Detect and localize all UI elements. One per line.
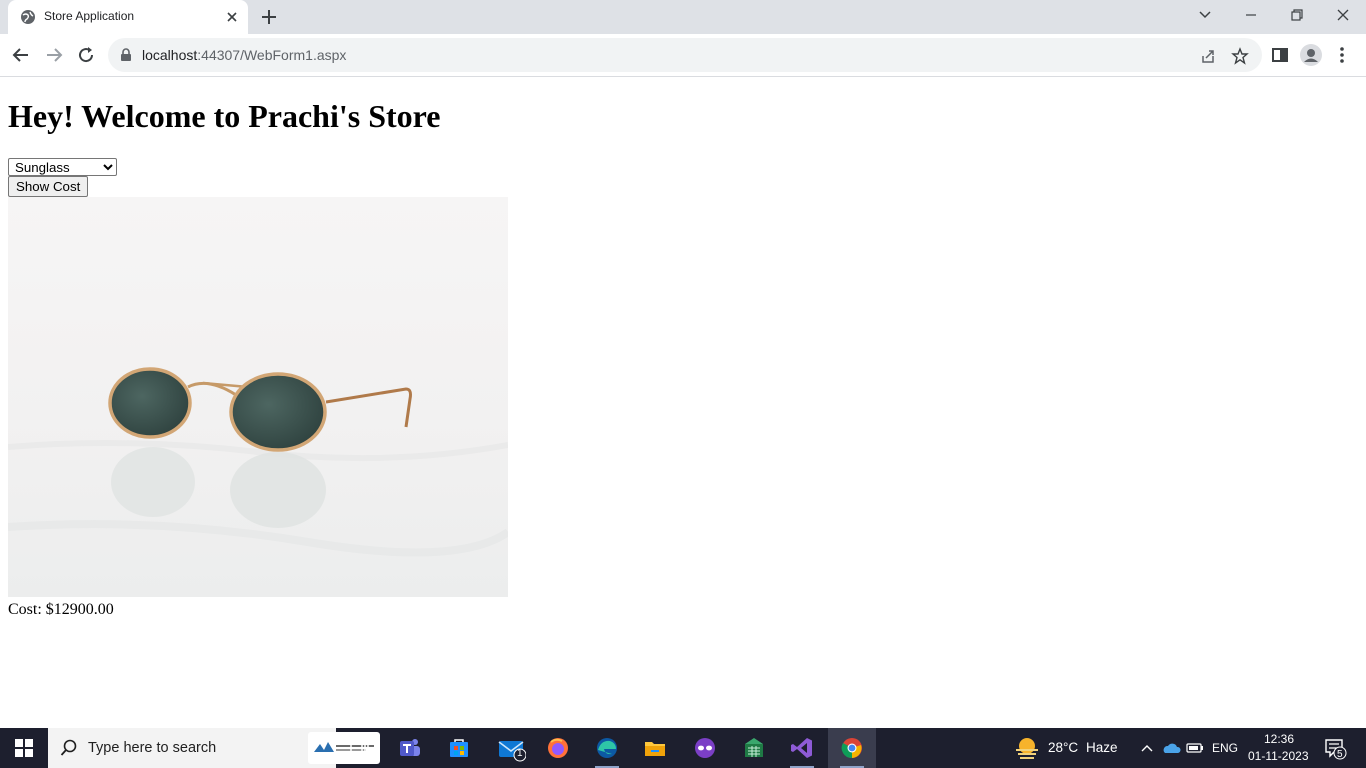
search-icon xyxy=(60,739,77,756)
clock-time[interactable]: 12:36 xyxy=(1264,732,1294,746)
taskbar-teams[interactable] xyxy=(386,728,434,768)
weather-condition[interactable]: Haze xyxy=(1086,740,1118,755)
taskbar-search[interactable]: Type here to search xyxy=(48,728,380,768)
close-icon xyxy=(1337,9,1349,21)
browser-tab-strip: Store Application xyxy=(0,0,1366,34)
edge-icon xyxy=(597,738,617,758)
search-placeholder: Type here to search xyxy=(88,740,217,756)
windows-taskbar: Type here to search 1 28°C Haze ENG 12:3… xyxy=(0,728,1366,768)
weather-icon[interactable] xyxy=(1014,736,1040,760)
forward-icon[interactable] xyxy=(42,43,66,67)
taskbar-firefox[interactable] xyxy=(534,728,582,768)
notification-count: 5 xyxy=(1337,749,1343,760)
side-panel-icon[interactable] xyxy=(1268,43,1292,67)
task-view-icon xyxy=(350,740,369,756)
web-page: Hey! Welcome to Prachi's Store Sunglass … xyxy=(0,77,1366,727)
taskbar-task-view[interactable] xyxy=(336,728,384,768)
taskbar-store[interactable] xyxy=(435,728,483,768)
store-icon xyxy=(450,739,468,757)
taskbar-edge[interactable] xyxy=(583,728,631,768)
reload-icon[interactable] xyxy=(74,43,98,67)
browser-tab[interactable]: Store Application xyxy=(8,0,248,34)
weather-temperature[interactable]: 28°C xyxy=(1048,740,1078,755)
tab-title: Store Application xyxy=(44,9,135,23)
firefox-icon xyxy=(548,738,568,758)
browser-toolbar: localhost:44307/WebForm1.aspx xyxy=(0,34,1366,77)
sunglass-product-image xyxy=(8,197,508,597)
start-button[interactable] xyxy=(0,728,48,768)
url-path: :44307/WebForm1.aspx xyxy=(197,47,347,63)
show-cost-button[interactable]: Show Cost xyxy=(8,176,89,197)
taskbar-mail[interactable]: 1 xyxy=(486,728,534,768)
taskbar-app-mask[interactable] xyxy=(681,728,729,768)
tab-search-button[interactable] xyxy=(1182,0,1228,30)
bookmark-star-icon[interactable] xyxy=(1231,47,1249,65)
folder-icon xyxy=(645,742,665,756)
restore-icon xyxy=(1291,9,1303,21)
taskbar-chrome[interactable] xyxy=(828,728,876,768)
restore-button[interactable] xyxy=(1274,0,1320,30)
notification-icon[interactable] xyxy=(1323,736,1347,760)
address-bar[interactable]: localhost:44307/WebForm1.aspx xyxy=(108,38,1262,72)
url-text: localhost:44307/WebForm1.aspx xyxy=(142,47,346,63)
url-host: localhost xyxy=(142,47,198,63)
back-icon[interactable] xyxy=(9,43,33,67)
battery-network-icon[interactable] xyxy=(1185,740,1205,756)
close-tab-icon[interactable] xyxy=(224,9,240,25)
language-indicator[interactable]: ENG xyxy=(1212,741,1238,755)
chevron-up-icon[interactable] xyxy=(1140,741,1154,755)
page-title: Hey! Welcome to Prachi's Store xyxy=(8,98,441,134)
taskbar-file-explorer[interactable] xyxy=(631,728,679,768)
product-dropdown[interactable]: Sunglass xyxy=(8,158,117,176)
minimize-button[interactable] xyxy=(1228,0,1274,30)
share-icon[interactable] xyxy=(1199,47,1217,65)
cost-label: Cost: $12900.00 xyxy=(8,601,114,618)
mask-app-icon xyxy=(695,738,715,758)
taskbar-excel-file[interactable] xyxy=(730,728,778,768)
windows-logo-icon xyxy=(15,739,33,757)
more-menu-icon[interactable] xyxy=(1330,43,1354,67)
onedrive-icon[interactable] xyxy=(1161,741,1181,755)
profile-avatar-icon[interactable] xyxy=(1299,43,1323,67)
spreadsheet-icon xyxy=(745,738,763,757)
globe-icon xyxy=(21,10,35,24)
close-window-button[interactable] xyxy=(1320,0,1366,30)
lock-icon[interactable] xyxy=(120,48,132,62)
clock-date[interactable]: 01-11-2023 xyxy=(1248,749,1309,763)
chevron-down-icon xyxy=(1199,11,1211,19)
mail-badge: 1 xyxy=(517,748,523,759)
teams-icon xyxy=(400,739,420,756)
new-tab-icon[interactable] xyxy=(259,7,279,27)
visual-studio-icon xyxy=(791,738,812,758)
taskbar-visual-studio[interactable] xyxy=(778,728,826,768)
chrome-icon xyxy=(841,738,862,759)
minimize-icon xyxy=(1246,14,1256,16)
